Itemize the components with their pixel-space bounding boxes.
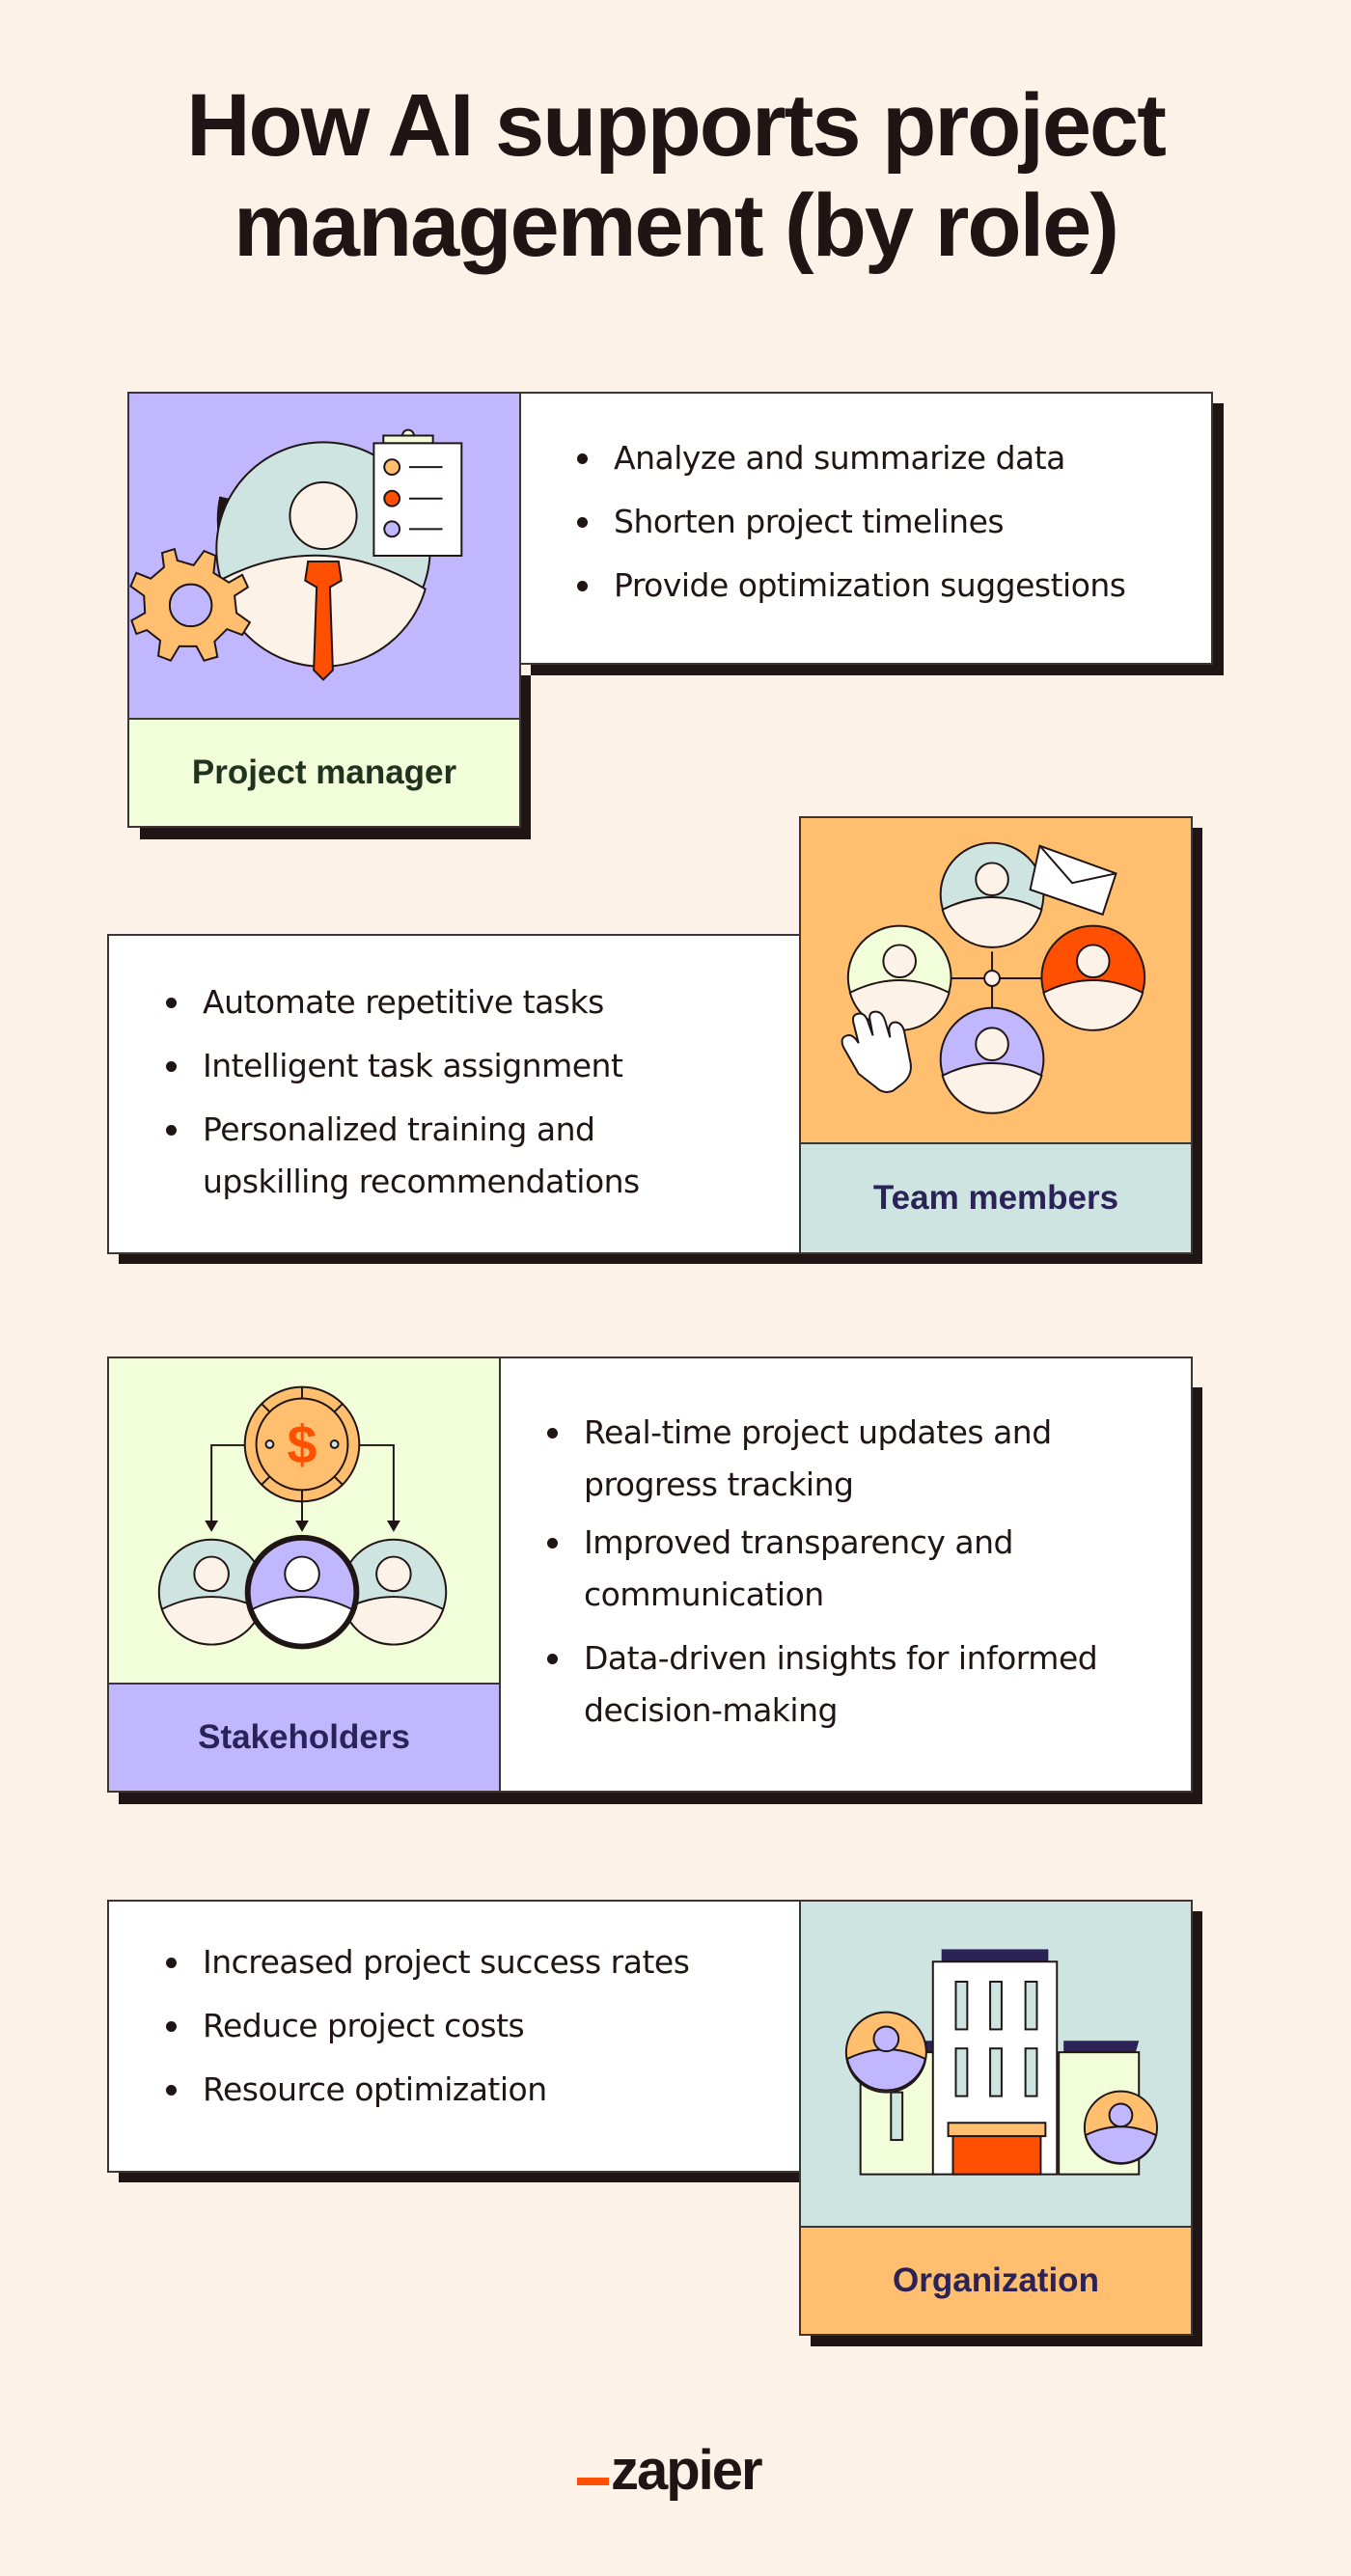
benefits-list: Analyze and summarize data Shorten proje…: [573, 432, 1126, 612]
stakeholder-avatar: [248, 1538, 356, 1646]
team-avatar: [939, 841, 1045, 948]
team-avatar: [939, 1006, 1045, 1114]
coin-distribution-to-people-icon: $: [107, 1357, 501, 1685]
benefit-item: Data-driven insights for informed decisi…: [543, 1632, 1161, 1737]
connected-team-network-icon: [799, 816, 1193, 1144]
role-label: Team members: [799, 1142, 1193, 1254]
dollar-sign-icon: $: [288, 1415, 317, 1475]
benefit-item: Intelligent task assignment: [162, 1040, 741, 1092]
benefits-panel: Real-time project updates and progress t…: [498, 1357, 1193, 1793]
arrow-icons: [205, 1521, 400, 1532]
title-line-1: How AI supports project: [186, 76, 1167, 175]
benefit-item: Personalized training and upskilling rec…: [162, 1104, 741, 1208]
benefit-item: Real-time project updates and progress t…: [543, 1407, 1161, 1511]
benefits-list: Real-time project updates and progress t…: [543, 1407, 1161, 1737]
team-avatar: [1040, 924, 1146, 1031]
person-avatar: [1083, 2090, 1158, 2165]
page-title: How AI supports project management (by r…: [0, 75, 1351, 276]
role-label: Stakeholders: [107, 1683, 501, 1793]
benefits-list: Automate repetitive tasks Intelligent ta…: [162, 976, 741, 1208]
benefit-item: Provide optimization suggestions: [573, 560, 1126, 612]
benefits-panel: Increased project success rates Reduce p…: [107, 1900, 802, 2173]
waving-hand-icon: [841, 1010, 912, 1093]
stakeholders-illustration: $: [157, 1385, 448, 1650]
title-line-2: management (by role): [234, 177, 1119, 275]
organization-illustration: [844, 1949, 1158, 2176]
benefit-item: Reduce project costs: [162, 2000, 689, 2052]
benefits-panel: Automate repetitive tasks Intelligent ta…: [107, 934, 802, 1254]
logo-underscore-icon: [577, 2478, 609, 2485]
benefit-item: Analyze and summarize data: [573, 432, 1126, 484]
logo-text: zapier: [611, 2439, 763, 2502]
team-illustration: [841, 841, 1146, 1114]
benefit-item: Increased project success rates: [162, 1936, 690, 1988]
role-label: Project manager: [127, 718, 521, 828]
benefit-item: Improved transparency and communication: [543, 1517, 1161, 1621]
manager-with-gear-and-clipboard-icon: [127, 392, 521, 720]
benefits-panel: Analyze and summarize data Shorten proje…: [518, 392, 1213, 665]
benefit-item: Automate repetitive tasks: [162, 976, 741, 1028]
office-building-with-people-icon: [799, 1900, 1193, 2228]
role-label: Organization: [799, 2226, 1193, 2336]
zapier-logo: zapier: [577, 2431, 763, 2502]
benefits-list: Increased project success rates Reduce p…: [162, 1936, 690, 2116]
benefit-item: Resource optimization: [162, 2064, 689, 2116]
person-avatar: [844, 2011, 927, 2094]
manager-illustration: [129, 428, 463, 681]
benefit-item: Shorten project timelines: [573, 496, 1126, 548]
